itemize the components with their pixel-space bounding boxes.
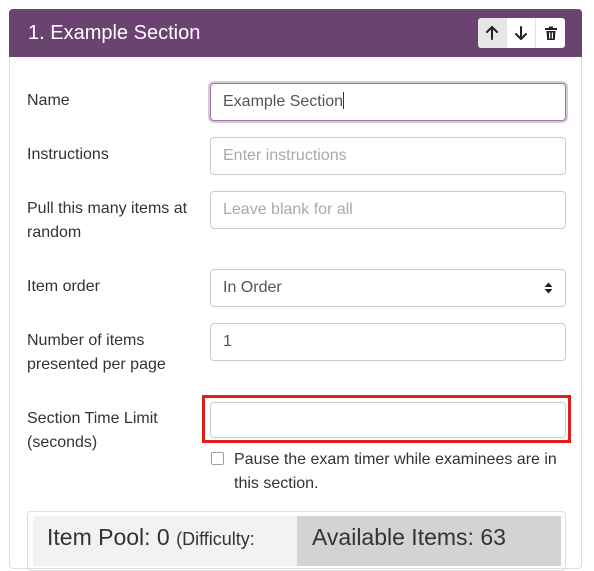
name-label: Name (27, 92, 70, 109)
instructions-label: Instructions (27, 146, 109, 163)
items-per-page-value: 1 (223, 333, 232, 350)
trash-icon (544, 26, 557, 40)
item-pool-text: Item Pool: 0 (Difficulty: (47, 522, 255, 554)
items-per-page-input[interactable]: 1 (210, 323, 566, 361)
pull-items-placeholder: Leave blank for all (223, 201, 353, 218)
pause-timer-label-line2: this section. (234, 475, 319, 492)
section-actions (478, 18, 565, 48)
time-limit-label-line1: Section Time Limit (27, 410, 158, 427)
items-per-page-label-line1: Number of items (27, 332, 145, 349)
time-limit-label-line2: (seconds) (27, 434, 98, 451)
item-order-label: Item order (27, 278, 100, 295)
delete-button[interactable] (536, 18, 565, 48)
highlight-box (202, 395, 571, 443)
select-arrows-icon (544, 282, 553, 294)
item-order-selected: In Order (223, 279, 282, 296)
pull-items-input[interactable]: Leave blank for all (210, 191, 566, 229)
pause-timer-label[interactable]: Pause the exam timer while examinees are… (234, 448, 564, 496)
pause-timer-label-line1: Pause the exam timer while examinees are… (234, 451, 557, 468)
section-header: 1. Example Section (9, 9, 582, 57)
name-input[interactable]: Example Section (210, 83, 566, 121)
text-cursor (343, 92, 345, 109)
difficulty-label: (Difficulty: (176, 529, 255, 549)
time-limit-label: Section Time Limit (seconds) (27, 407, 158, 455)
arrow-down-icon (515, 26, 527, 40)
items-per-page-label-line2: presented per page (27, 356, 166, 373)
item-pool-count: Item Pool: 0 (47, 524, 170, 550)
pull-items-label-line2: random (27, 224, 82, 241)
section-title: 1. Example Section (28, 22, 201, 44)
items-per-page-label: Number of items presented per page (27, 329, 166, 377)
available-items-text: Available Items: 63 (312, 524, 506, 550)
move-down-button[interactable] (507, 18, 536, 48)
pause-timer-checkbox[interactable] (211, 452, 224, 465)
move-up-button[interactable] (478, 18, 507, 48)
instructions-placeholder: Enter instructions (223, 147, 347, 164)
name-input-value: Example Section (223, 93, 344, 110)
pull-items-label-line1: Pull this many items at (27, 200, 188, 217)
pull-items-label: Pull this many items at random (27, 197, 187, 245)
arrow-up-icon (486, 26, 498, 40)
item-order-select[interactable]: In Order (210, 269, 566, 307)
instructions-input[interactable]: Enter instructions (210, 137, 566, 175)
